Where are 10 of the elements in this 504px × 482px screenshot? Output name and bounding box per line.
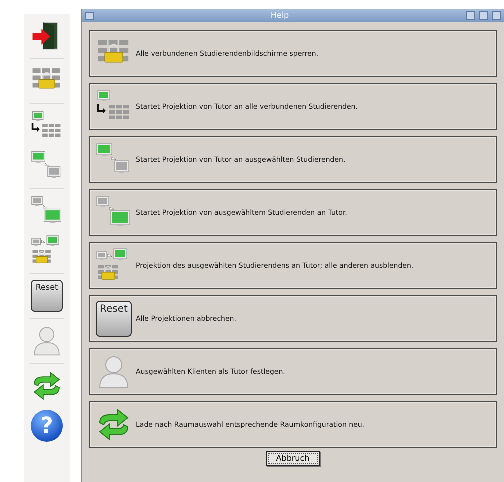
reset-key-icon: Reset — [96, 300, 132, 336]
cancel-button[interactable]: Abbruch — [266, 451, 320, 466]
person-icon — [31, 325, 63, 357]
close-button[interactable] — [492, 11, 501, 20]
window-title: Help — [270, 11, 290, 20]
reset-key-icon: Reset — [31, 280, 63, 312]
window-menu-icon[interactable] — [85, 12, 94, 20]
refresh-icon — [31, 370, 63, 402]
minimize-button[interactable] — [466, 11, 475, 20]
maximize-button[interactable] — [479, 11, 488, 20]
